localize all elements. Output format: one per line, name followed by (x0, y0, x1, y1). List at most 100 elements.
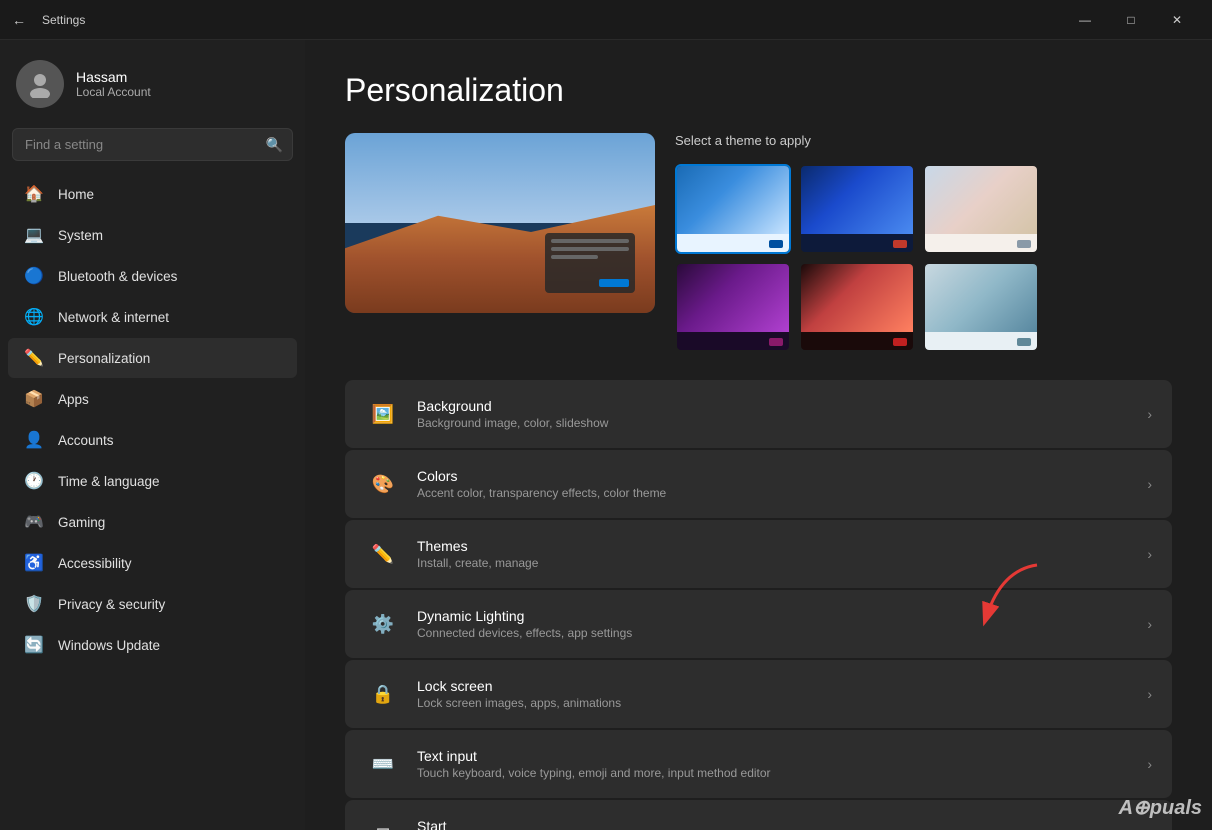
chevron-icon-dynamic-lighting: › (1147, 616, 1152, 632)
theme-thumb-t5[interactable] (799, 262, 915, 352)
settings-item-lock-screen[interactable]: 🔒 Lock screen Lock screen images, apps, … (345, 660, 1172, 728)
window-line-2 (551, 247, 629, 251)
preview-window (545, 233, 635, 293)
theme-thumb-t6[interactable] (923, 262, 1039, 352)
theme-bar-t4 (677, 332, 789, 352)
theme-thumb-t3[interactable] (923, 164, 1039, 254)
sidebar-label-personalization: Personalization (58, 351, 150, 366)
sidebar-item-personalization[interactable]: ✏️ Personalization (8, 338, 297, 378)
theme-img-t6 (925, 264, 1037, 332)
theme-thumb-t2[interactable] (799, 164, 915, 254)
profile-type: Local Account (76, 85, 151, 99)
current-theme-preview (345, 133, 655, 313)
bluetooth-icon: 🔵 (24, 266, 44, 286)
settings-title-dynamic-lighting: Dynamic Lighting (417, 608, 1131, 624)
settings-item-colors[interactable]: 🎨 Colors Accent color, transparency effe… (345, 450, 1172, 518)
settings-desc-background: Background image, color, slideshow (417, 416, 1131, 430)
window-line-1 (551, 239, 629, 243)
theme-thumb-t1[interactable] (675, 164, 791, 254)
theme-img-t3 (925, 166, 1037, 234)
settings-icon-background: 🖼️ (365, 396, 401, 432)
settings-title-colors: Colors (417, 468, 1131, 484)
window-controls: — □ ✕ (1062, 0, 1200, 40)
settings-item-themes[interactable]: ✏️ Themes Install, create, manage › (345, 520, 1172, 588)
settings-icon-dynamic-lighting: ⚙️ (365, 606, 401, 642)
sidebar-item-privacy[interactable]: 🛡️ Privacy & security (8, 584, 297, 624)
sidebar-item-accessibility[interactable]: ♿ Accessibility (8, 543, 297, 583)
theme-dot-t3 (1017, 240, 1031, 248)
chevron-icon-themes: › (1147, 546, 1152, 562)
sidebar-profile[interactable]: Hassam Local Account (0, 40, 305, 124)
accessibility-icon: ♿ (24, 553, 44, 573)
privacy-icon: 🛡️ (24, 594, 44, 614)
theme-img-t4 (677, 264, 789, 332)
close-button[interactable]: ✕ (1154, 0, 1200, 40)
chevron-icon-text-input: › (1147, 756, 1152, 772)
sidebar-item-apps[interactable]: 📦 Apps (8, 379, 297, 419)
minimize-button[interactable]: — (1062, 0, 1108, 40)
sidebar-item-accounts[interactable]: 👤 Accounts (8, 420, 297, 460)
sidebar-item-update[interactable]: 🔄 Windows Update (8, 625, 297, 665)
update-icon: 🔄 (24, 635, 44, 655)
preview-sky (345, 133, 655, 223)
theme-dot-t4 (769, 338, 783, 346)
search-input[interactable] (12, 128, 293, 161)
main-content: Personalization Select a theme (305, 40, 1212, 830)
theme-grid (675, 164, 1039, 352)
sidebar-label-privacy: Privacy & security (58, 597, 165, 612)
sidebar-item-bluetooth[interactable]: 🔵 Bluetooth & devices (8, 256, 297, 296)
settings-item-text-input[interactable]: ⌨️ Text input Touch keyboard, voice typi… (345, 730, 1172, 798)
theme-grid-container: Select a theme to apply (675, 133, 1039, 352)
settings-item-background[interactable]: 🖼️ Background Background image, color, s… (345, 380, 1172, 448)
settings-icon-themes: ✏️ (365, 536, 401, 572)
theme-label: Select a theme to apply (675, 133, 1039, 148)
settings-text-lock-screen: Lock screen Lock screen images, apps, an… (417, 678, 1131, 710)
theme-dot-t1 (769, 240, 783, 248)
sidebar-item-network[interactable]: 🌐 Network & internet (8, 297, 297, 337)
sidebar-label-accounts: Accounts (58, 433, 114, 448)
sidebar-item-home[interactable]: 🏠 Home (8, 174, 297, 214)
settings-desc-dynamic-lighting: Connected devices, effects, app settings (417, 626, 1131, 640)
theme-bar-t6 (925, 332, 1037, 352)
back-icon[interactable]: ← (12, 12, 26, 28)
sidebar-label-time: Time & language (58, 474, 160, 489)
theme-img-t5 (801, 264, 913, 332)
time-icon: 🕐 (24, 471, 44, 491)
sidebar-label-update: Windows Update (58, 638, 160, 653)
search-icon: 🔍 (266, 136, 283, 153)
settings-item-dynamic-lighting[interactable]: ⚙️ Dynamic Lighting Connected devices, e… (345, 590, 1172, 658)
theme-preview-area: Select a theme to apply (345, 133, 1172, 352)
page-title: Personalization (345, 72, 1172, 109)
theme-bar-t5 (801, 332, 913, 352)
sidebar-label-accessibility: Accessibility (58, 556, 132, 571)
sidebar-label-system: System (58, 228, 103, 243)
settings-desc-lock-screen: Lock screen images, apps, animations (417, 696, 1131, 710)
search-box[interactable]: 🔍 (12, 128, 293, 161)
sidebar-item-system[interactable]: 💻 System (8, 215, 297, 255)
system-icon: 💻 (24, 225, 44, 245)
settings-text-start: Start Recent apps, items, folders (417, 818, 1131, 830)
profile-info: Hassam Local Account (76, 69, 151, 99)
network-icon: 🌐 (24, 307, 44, 327)
settings-item-start[interactable]: ⊞ Start Recent apps, items, folders › (345, 800, 1172, 830)
theme-dot-t5 (893, 338, 907, 346)
sidebar-label-gaming: Gaming (58, 515, 105, 530)
sidebar-label-bluetooth: Bluetooth & devices (58, 269, 177, 284)
theme-bar-t2 (801, 234, 913, 254)
titlebar: ← Settings — □ ✕ (0, 0, 1212, 40)
settings-text-colors: Colors Accent color, transparency effect… (417, 468, 1131, 500)
home-icon: 🏠 (24, 184, 44, 204)
chevron-icon-start: › (1147, 826, 1152, 830)
settings-title-themes: Themes (417, 538, 1131, 554)
settings-desc-themes: Install, create, manage (417, 556, 1131, 570)
sidebar-item-time[interactable]: 🕐 Time & language (8, 461, 297, 501)
apps-icon: 📦 (24, 389, 44, 409)
maximize-button[interactable]: □ (1108, 0, 1154, 40)
theme-thumb-t4[interactable] (675, 262, 791, 352)
chevron-icon-background: › (1147, 406, 1152, 422)
settings-text-dynamic-lighting: Dynamic Lighting Connected devices, effe… (417, 608, 1131, 640)
theme-img-t1 (677, 166, 789, 234)
sidebar-item-gaming[interactable]: 🎮 Gaming (8, 502, 297, 542)
settings-text-background: Background Background image, color, slid… (417, 398, 1131, 430)
window-line-3 (551, 255, 598, 259)
